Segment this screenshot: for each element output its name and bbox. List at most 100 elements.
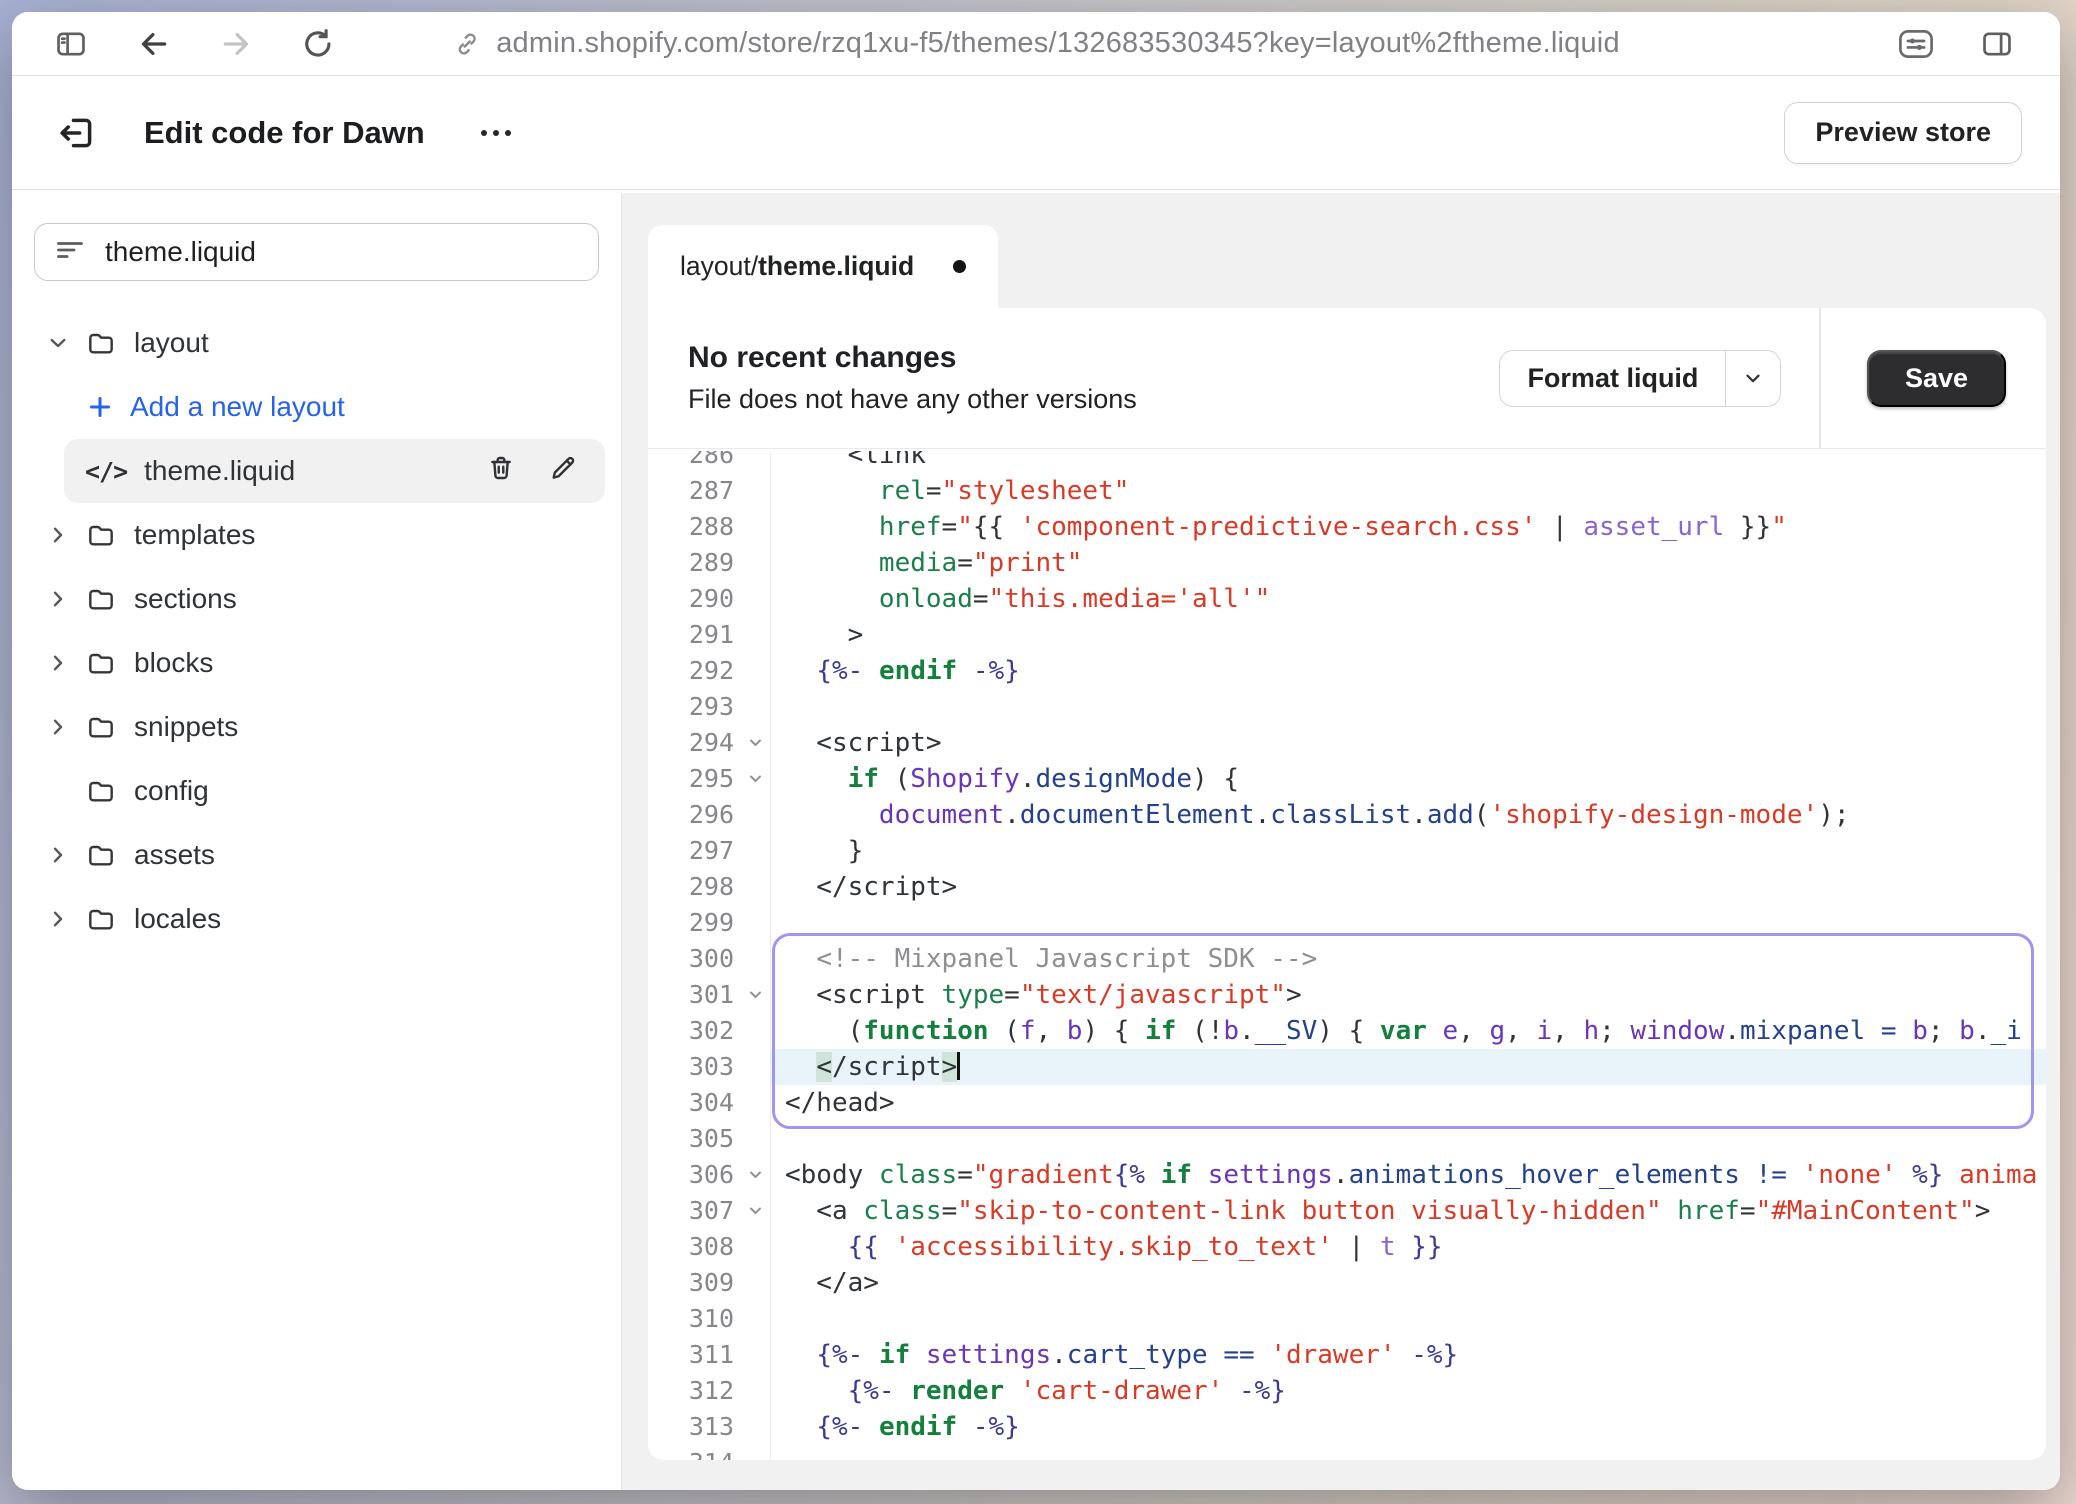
fold-spacer	[740, 617, 770, 653]
sidebar-item-snippets[interactable]: snippets	[12, 695, 621, 759]
code-file-icon: </>	[85, 457, 127, 486]
line-number: 305	[648, 1121, 740, 1157]
code-line-297[interactable]: 297 }	[648, 833, 2046, 869]
code-line-300[interactable]: 300 <!-- Mixpanel Javascript SDK -->	[648, 941, 2046, 977]
fold-spacer	[740, 1337, 770, 1373]
sidebar-toggle-icon[interactable]	[52, 27, 90, 61]
sidebar-item-assets[interactable]: assets	[12, 823, 621, 887]
fold-chevron-icon[interactable]	[740, 977, 770, 1013]
code-line-313[interactable]: 313 {%- endif -%}	[648, 1409, 2046, 1445]
file-filter-input[interactable]: theme.liquid	[34, 223, 599, 281]
sidebar-item-sections[interactable]: sections	[12, 567, 621, 631]
code-line-291[interactable]: 291 >	[648, 617, 2046, 653]
folder-icon	[85, 775, 117, 807]
status-title: No recent changes	[688, 341, 1137, 375]
sidebar-item-label: blocks	[134, 647, 213, 679]
chevron-down-icon[interactable]	[1725, 351, 1780, 406]
preview-store-button[interactable]: Preview store	[1784, 102, 2022, 164]
sidebar-item-templates[interactable]: templates	[12, 503, 621, 567]
reload-icon[interactable]	[300, 26, 336, 62]
line-number: 296	[648, 797, 740, 833]
line-number: 301	[648, 977, 740, 1013]
extensions-sliders-icon[interactable]	[1896, 26, 1936, 62]
tab-file-name: theme.liquid	[758, 251, 914, 282]
code-line-292[interactable]: 292 {%- endif -%}	[648, 653, 2046, 689]
sidebar-item-layout[interactable]: layout	[12, 311, 621, 375]
file-sidebar: theme.liquid layoutAdd a new layout</>th…	[12, 193, 622, 1490]
fold-spacer	[740, 653, 770, 689]
chevron-right-icon[interactable]	[45, 650, 85, 676]
code-line-295[interactable]: 295 if (Shopify.designMode) {	[648, 761, 2046, 797]
code-line-294[interactable]: 294 <script>	[648, 725, 2046, 761]
fold-spacer	[740, 1265, 770, 1301]
fold-spacer	[740, 797, 770, 833]
fold-chevron-icon[interactable]	[740, 1157, 770, 1193]
code-line-304[interactable]: 304</head>	[648, 1085, 2046, 1121]
sidebar-item-locales[interactable]: locales	[12, 887, 621, 951]
code-text	[770, 1121, 2046, 1157]
code-text: {%- endif -%}	[770, 653, 2046, 689]
address-bar[interactable]: admin.shopify.com/store/rzq1xu-f5/themes…	[452, 12, 1620, 75]
code-line-314[interactable]: 314	[648, 1445, 2046, 1461]
save-button[interactable]: Save	[1867, 350, 2006, 407]
code-line-301[interactable]: 301 <script type="text/javascript">	[648, 977, 2046, 1013]
sidebar-item-theme-liquid[interactable]: </>theme.liquid	[64, 439, 605, 503]
fold-chevron-icon[interactable]	[740, 725, 770, 761]
code-line-290[interactable]: 290 onload="this.media='all'"	[648, 581, 2046, 617]
fold-spacer	[740, 689, 770, 725]
code-line-296[interactable]: 296 document.documentElement.classList.a…	[648, 797, 2046, 833]
chevron-right-icon[interactable]	[45, 842, 85, 868]
forward-icon[interactable]	[218, 27, 254, 61]
exit-icon[interactable]	[56, 112, 98, 154]
code-line-299[interactable]: 299	[648, 905, 2046, 941]
code-text: {%- if settings.cart_type == 'drawer' -%…	[770, 1337, 2046, 1373]
code-line-309[interactable]: 309 </a>	[648, 1265, 2046, 1301]
code-text	[770, 1445, 2046, 1461]
line-number: 307	[648, 1193, 740, 1229]
sidebar-item-blocks[interactable]: blocks	[12, 631, 621, 695]
more-actions-icon[interactable]	[481, 130, 511, 136]
browser-window: admin.shopify.com/store/rzq1xu-f5/themes…	[12, 12, 2060, 1490]
chevron-right-icon[interactable]	[45, 714, 85, 740]
panel-right-toggle-icon[interactable]	[1978, 27, 2016, 61]
code-text: href="{{ 'component-predictive-search.cs…	[770, 509, 2046, 545]
code-line-308[interactable]: 308 {{ 'accessibility.skip_to_text' | t …	[648, 1229, 2046, 1265]
chevron-right-icon[interactable]	[45, 586, 85, 612]
sidebar-item-label: sections	[134, 583, 237, 615]
folder-icon	[85, 903, 117, 935]
code-line-288[interactable]: 288 href="{{ 'component-predictive-searc…	[648, 509, 2046, 545]
code-line-286[interactable]: 286 <link	[648, 451, 2046, 473]
filter-icon	[55, 236, 85, 269]
pencil-icon[interactable]	[547, 452, 579, 491]
code-line-293[interactable]: 293	[648, 689, 2046, 725]
line-number: 306	[648, 1157, 740, 1193]
trash-icon[interactable]	[485, 452, 517, 491]
code-line-306[interactable]: 306<body class="gradient{% if settings.a…	[648, 1157, 2046, 1193]
code-line-289[interactable]: 289 media="print"	[648, 545, 2046, 581]
back-icon[interactable]	[136, 27, 172, 61]
code-line-303[interactable]: 303 </script>	[648, 1049, 2046, 1085]
code-line-310[interactable]: 310	[648, 1301, 2046, 1337]
code-line-305[interactable]: 305	[648, 1121, 2046, 1157]
line-number: 312	[648, 1373, 740, 1409]
fold-spacer	[740, 1445, 770, 1461]
format-liquid-button[interactable]: Format liquid	[1499, 350, 1781, 407]
chevron-down-icon[interactable]	[45, 330, 85, 356]
code-text: rel="stylesheet"	[770, 473, 2046, 509]
sidebar-item-config[interactable]: config	[12, 759, 621, 823]
code-line-307[interactable]: 307 <a class="skip-to-content-link butto…	[648, 1193, 2046, 1229]
folder-icon	[85, 647, 117, 679]
chevron-right-icon[interactable]	[45, 906, 85, 932]
code-editor[interactable]: 286 <link287 rel="stylesheet"288 href="{…	[648, 451, 2046, 1461]
fold-chevron-icon[interactable]	[740, 761, 770, 797]
code-line-298[interactable]: 298 </script>	[648, 869, 2046, 905]
sidebar-item-add-a-new-layout[interactable]: Add a new layout	[12, 375, 621, 439]
fold-chevron-icon[interactable]	[740, 1193, 770, 1229]
fold-spacer	[740, 509, 770, 545]
chevron-right-icon[interactable]	[45, 522, 85, 548]
code-line-302[interactable]: 302 (function (f, b) { if (!b.__SV) { va…	[648, 1013, 2046, 1049]
code-line-312[interactable]: 312 {%- render 'cart-drawer' -%}	[648, 1373, 2046, 1409]
code-line-311[interactable]: 311 {%- if settings.cart_type == 'drawer…	[648, 1337, 2046, 1373]
tab-theme-liquid[interactable]: layout/theme.liquid	[648, 225, 998, 308]
code-line-287[interactable]: 287 rel="stylesheet"	[648, 473, 2046, 509]
